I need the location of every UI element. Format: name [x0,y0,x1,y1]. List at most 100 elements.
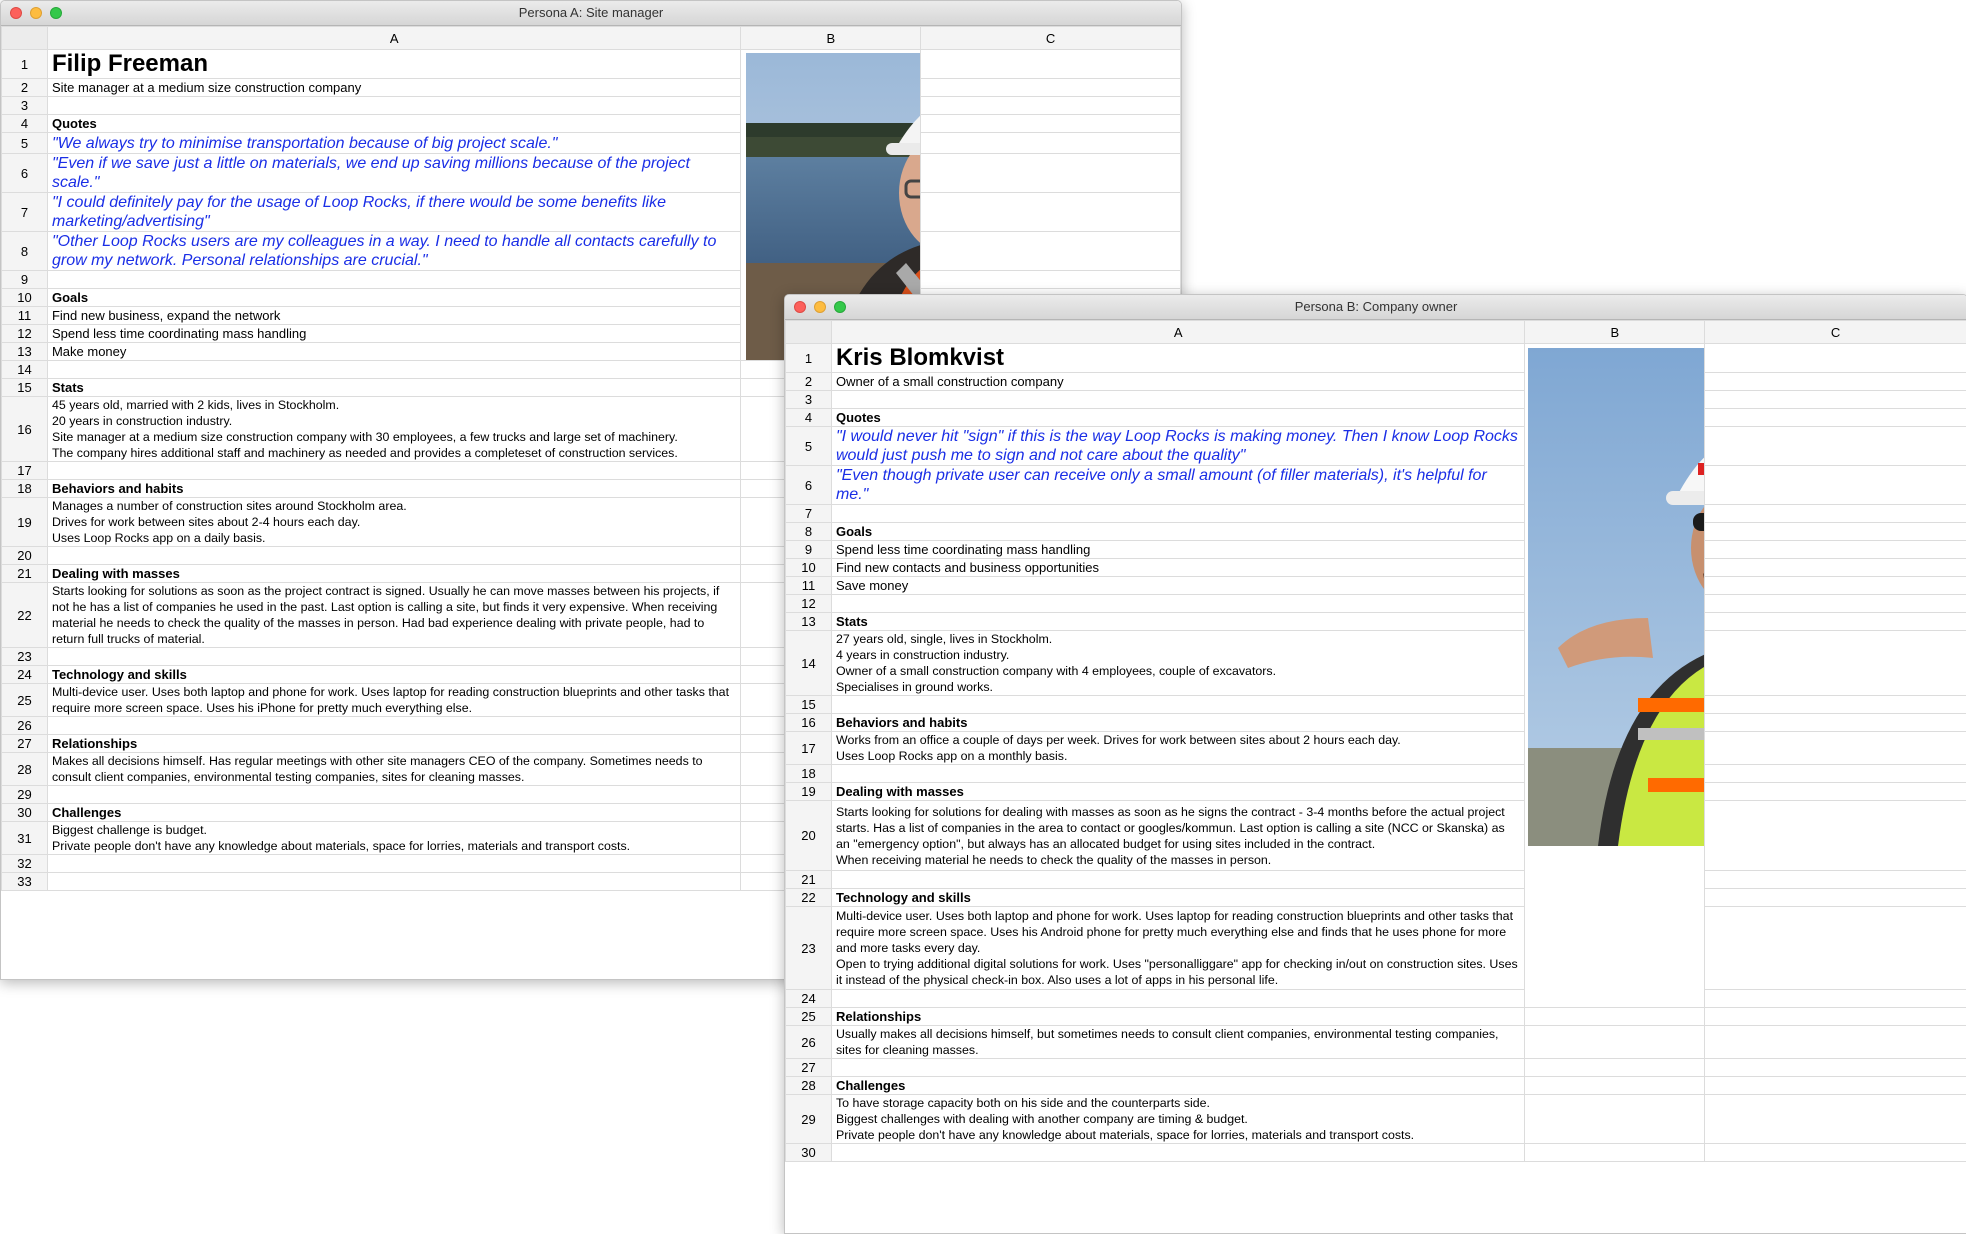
cell-a[interactable]: Starts looking for solutions as soon as … [47,583,740,648]
cell-a[interactable] [47,717,740,735]
cell-a[interactable]: Owner of a small construction company [831,373,1524,391]
cell-a[interactable] [831,391,1524,409]
cell-a[interactable] [831,1059,1524,1077]
section-heading-dealing-with-masses[interactable]: Dealing with masses [831,783,1524,801]
cell-c[interactable] [1705,1059,1966,1077]
zoom-icon[interactable] [50,7,62,19]
section-heading-behaviors-and-habits[interactable]: Behaviors and habits [831,714,1524,732]
cell-a[interactable]: Multi-device user. Uses both laptop and … [47,684,740,717]
cell-a[interactable] [831,871,1524,889]
row-header[interactable]: 2 [2,79,48,97]
cell-c[interactable] [1705,801,1966,871]
cell-a[interactable]: Make money [47,343,740,361]
cell-c[interactable] [1705,696,1966,714]
row-header[interactable]: 15 [786,696,832,714]
cell-a[interactable] [47,361,740,379]
row-header[interactable]: 27 [786,1059,832,1077]
cell-a[interactable]: Site manager at a medium size constructi… [47,79,740,97]
cell-a[interactable]: Usually makes all decisions himself, but… [831,1026,1524,1059]
select-all-corner[interactable] [786,321,832,344]
cell-c[interactable] [921,97,1181,115]
cell-a[interactable] [47,855,740,873]
row-header[interactable]: 10 [2,289,48,307]
cell-a[interactable]: Manages a number of construction sites a… [47,498,740,547]
cell-a[interactable]: Starts looking for solutions for dealing… [831,801,1524,871]
row-header[interactable]: 14 [786,631,832,696]
cell-c[interactable] [1705,783,1966,801]
section-heading-goals[interactable]: Goals [47,289,740,307]
window-titlebar[interactable]: Persona A: Site manager [1,1,1181,26]
section-heading-challenges[interactable]: Challenges [831,1077,1524,1095]
row-header[interactable]: 4 [2,115,48,133]
cell-b[interactable] [1525,1095,1705,1144]
row-header[interactable]: 18 [2,480,48,498]
row-header[interactable]: 10 [786,559,832,577]
cell-a[interactable]: "I would never hit "sign" if this is the… [831,427,1524,466]
row-header[interactable]: 21 [786,871,832,889]
persona-name[interactable]: Kris Blomkvist [831,344,1524,373]
cell-a[interactable]: Makes all decisions himself. Has regular… [47,753,740,786]
row-header[interactable]: 8 [786,523,832,541]
column-header-b[interactable]: B [1525,321,1705,344]
row-header[interactable]: 6 [2,154,48,193]
row-header[interactable]: 22 [2,583,48,648]
cell-c[interactable] [1705,409,1966,427]
row-header[interactable]: 7 [786,505,832,523]
row-header[interactable]: 12 [786,595,832,613]
cell-a[interactable] [47,547,740,565]
row-header[interactable]: 9 [2,271,48,289]
cell-c[interactable] [1705,732,1966,765]
column-header-c[interactable]: C [921,27,1181,50]
row-header[interactable]: 6 [786,466,832,505]
column-header-b[interactable]: B [741,27,921,50]
cell-c[interactable] [1705,466,1966,505]
cell-a[interactable]: Spend less time coordinating mass handli… [831,541,1524,559]
cell-c[interactable] [1705,559,1966,577]
cell-c[interactable] [1705,1077,1966,1095]
section-heading-stats[interactable]: Stats [47,379,740,397]
column-header-c[interactable]: C [1705,321,1966,344]
cell-c[interactable] [1705,391,1966,409]
cell-a[interactable] [831,696,1524,714]
cell-a[interactable]: Multi-device user. Uses both laptop and … [831,907,1524,990]
row-header[interactable]: 26 [786,1026,832,1059]
cell-c[interactable] [1705,714,1966,732]
minimize-icon[interactable] [30,7,42,19]
cell-a[interactable]: 45 years old, married with 2 kids, lives… [47,397,740,462]
row-header[interactable]: 20 [2,547,48,565]
cell-c[interactable] [1705,505,1966,523]
cell-a[interactable]: Save money [831,577,1524,595]
section-heading-challenges[interactable]: Challenges [47,804,740,822]
cell-c[interactable] [921,193,1181,232]
cell-a[interactable]: Find new business, expand the network [47,307,740,325]
row-header[interactable]: 3 [786,391,832,409]
cell-c[interactable] [1705,871,1966,889]
cell-b[interactable] [1525,1077,1705,1095]
close-icon[interactable] [10,7,22,19]
cell-a[interactable] [47,786,740,804]
row-header[interactable]: 17 [786,732,832,765]
cell-c[interactable] [1705,631,1966,696]
row-header[interactable]: 9 [786,541,832,559]
row-header[interactable]: 32 [2,855,48,873]
section-heading-relationships[interactable]: Relationships [831,1008,1524,1026]
row-header[interactable]: 23 [786,907,832,990]
cell-a[interactable] [831,765,1524,783]
cell-b[interactable] [1525,1026,1705,1059]
row-header[interactable]: 8 [2,232,48,271]
cell-c[interactable] [1705,889,1966,907]
row-header[interactable]: 22 [786,889,832,907]
row-header[interactable]: 3 [2,97,48,115]
row-header[interactable]: 30 [786,1144,832,1162]
cell-c[interactable] [921,79,1181,97]
cell-a[interactable] [831,1144,1524,1162]
row-header[interactable]: 28 [786,1077,832,1095]
row-header[interactable]: 31 [2,822,48,855]
cell-a[interactable] [831,990,1524,1008]
cell-c[interactable] [1705,990,1966,1008]
cell-a[interactable]: "Other Loop Rocks users are my colleague… [47,232,740,271]
section-heading-behaviors-and-habits[interactable]: Behaviors and habits [47,480,740,498]
cell-c[interactable] [1705,373,1966,391]
row-header[interactable]: 1 [2,50,48,79]
row-header[interactable]: 33 [2,873,48,891]
